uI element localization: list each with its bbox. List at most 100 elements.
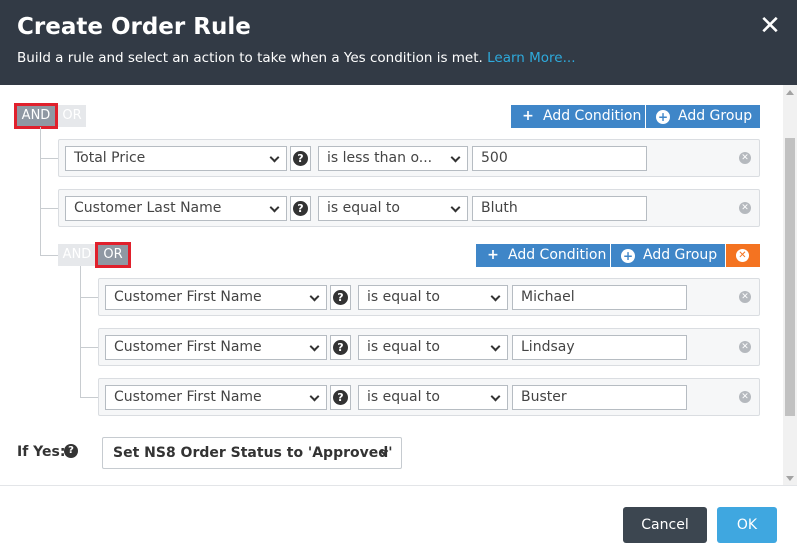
operator-select-value: is equal to [367,339,440,355]
tree-branch [80,347,98,348]
condition-field-select[interactable]: Total Price [65,146,287,171]
condition-value-input[interactable]: Michael [512,285,687,310]
remove-condition-icon[interactable]: ✕ [739,152,751,164]
operator-select-value: is equal to [367,389,440,405]
if-yes-action-select[interactable]: Set NS8 Order Status to 'Approved' [102,437,402,469]
dialog-header: Create Order Rule Build a rule and selec… [0,0,797,85]
dialog-title: Create Order Rule [17,14,251,40]
tree-branch [40,255,58,256]
operator-select-value: is equal to [367,289,440,305]
condition-field-select[interactable]: Customer Last Name [65,196,287,221]
field-help-button[interactable]: ? [290,146,311,171]
condition-operator-select[interactable]: is equal to [358,385,508,410]
condition-field-select[interactable]: Customer First Name [105,335,327,360]
plus-circle-icon: + [621,249,635,263]
chevron-down-icon [490,391,501,402]
condition-row: Customer First Name ? is equal to Buster… [98,378,760,416]
condition-operator-select[interactable]: is equal to [358,285,508,310]
condition-operator-select[interactable]: is equal to [318,196,468,221]
field-select-value: Customer Last Name [74,200,222,216]
chevron-down-icon [309,341,320,352]
help-icon: ? [333,340,348,355]
field-select-value: Total Price [74,150,146,166]
field-help-button[interactable]: ? [330,335,351,360]
condition-field-select[interactable]: Customer First Name [105,285,327,310]
condition-row: Customer Last Name ? is equal to Bluth ✕ [58,189,760,227]
condition-operator-select[interactable]: is equal to [358,335,508,360]
condition-row: Customer First Name ? is equal to Lindsa… [98,328,760,366]
chevron-down-icon [450,152,461,163]
dialog-subtitle: Build a rule and select an action to tak… [17,50,576,66]
remove-condition-icon[interactable]: ✕ [739,202,751,214]
condition-row: Customer First Name ? is equal to Michae… [98,278,760,316]
vertical-scrollbar[interactable] [783,85,797,485]
chevron-down-icon [309,391,320,402]
tree-branch [40,208,58,209]
condition-operator-select[interactable]: is less than o... [318,146,468,171]
group-or-toggle[interactable]: OR [95,242,131,268]
scroll-up-arrow-icon[interactable] [783,85,797,99]
if-yes-label: If Yes: [17,444,66,460]
create-order-rule-dialog: Create Order Rule Build a rule and selec… [0,0,797,557]
plus-icon: + [522,108,534,124]
condition-value-input[interactable]: Lindsay [512,335,687,360]
help-icon: ? [333,290,348,305]
chevron-down-icon [490,341,501,352]
group-tree-line [80,266,81,397]
close-icon[interactable]: ✕ [758,13,782,39]
close-circle-icon: ✕ [736,249,749,262]
group-add-condition-label: Add Condition [508,247,607,263]
field-select-value: Customer First Name [114,339,262,355]
remove-condition-icon[interactable]: ✕ [739,391,751,403]
operator-select-value: is equal to [327,200,400,216]
scrollbar-thumb[interactable] [785,138,795,416]
help-icon: ? [333,390,348,405]
group-add-group-label: Add Group [643,247,718,263]
root-tree-line [40,127,41,255]
field-select-value: Customer First Name [114,389,262,405]
scroll-down-arrow-icon[interactable] [783,471,797,485]
field-select-value: Customer First Name [114,289,262,305]
operator-select-value: is less than o... [327,150,433,166]
tree-branch [80,397,98,398]
help-icon[interactable]: ? [64,444,78,458]
root-add-condition-button[interactable]: + Add Condition [511,105,645,128]
group-add-group-button[interactable]: + Add Group [611,244,725,267]
ok-button[interactable]: OK [717,507,777,543]
field-help-button[interactable]: ? [330,285,351,310]
delete-group-button[interactable]: ✕ [726,244,760,267]
root-or-toggle[interactable]: OR [58,105,86,127]
condition-field-select[interactable]: Customer First Name [105,385,327,410]
subtitle-text: Build a rule and select an action to tak… [17,50,483,66]
chevron-down-icon [269,152,280,163]
remove-condition-icon[interactable]: ✕ [739,341,751,353]
remove-condition-icon[interactable]: ✕ [739,291,751,303]
root-add-group-button[interactable]: + Add Group [646,105,760,128]
chevron-down-icon [269,202,280,213]
chevron-down-icon [490,291,501,302]
plus-circle-icon: + [656,110,670,124]
rule-builder: AND OR + Add Condition + Add Group Total P… [0,85,797,485]
field-help-button[interactable]: ? [290,196,311,221]
condition-value-input[interactable]: 500 [472,146,647,171]
chevron-down-icon [450,202,461,213]
root-add-condition-label: Add Condition [543,108,642,124]
chevron-down-icon [309,291,320,302]
group-add-condition-button[interactable]: + Add Condition [476,244,610,267]
dialog-footer: Cancel OK [0,485,797,557]
root-add-group-label: Add Group [678,108,753,124]
learn-more-link[interactable]: Learn More... [487,50,575,66]
help-icon: ? [293,151,308,166]
help-icon: ? [293,201,308,216]
plus-icon: + [487,247,499,263]
condition-row: Total Price ? is less than o... 500 ✕ [58,139,760,177]
tree-branch [40,158,58,159]
group-and-toggle[interactable]: AND [58,244,96,266]
condition-value-input[interactable]: Bluth [472,196,647,221]
tree-branch [80,297,98,298]
condition-value-input[interactable]: Buster [512,385,687,410]
field-help-button[interactable]: ? [330,385,351,410]
action-select-value: Set NS8 Order Status to 'Approved' [113,445,393,461]
cancel-button[interactable]: Cancel [623,507,707,543]
root-and-toggle[interactable]: AND [14,103,58,129]
